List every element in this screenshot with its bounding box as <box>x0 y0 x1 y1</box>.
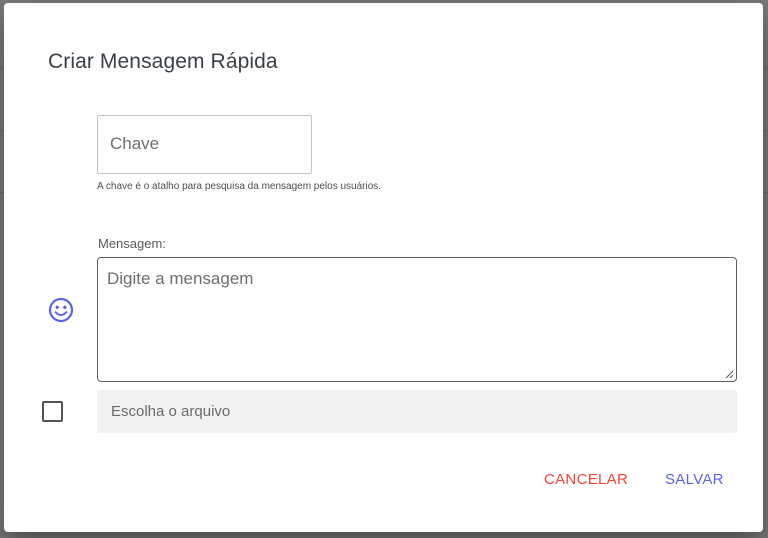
key-input[interactable] <box>110 134 300 154</box>
smiley-icon <box>48 297 74 323</box>
dialog-title: Criar Mensagem Rápida <box>48 50 278 73</box>
key-field[interactable] <box>97 115 312 174</box>
key-helper-text: A chave é o atalho para pesquisa da mens… <box>97 181 382 192</box>
attachment-checkbox[interactable] <box>42 401 63 422</box>
file-picker[interactable]: Escolha o arquivo <box>97 390 737 433</box>
emoji-button[interactable] <box>47 296 75 324</box>
cancel-button[interactable]: CANCELAR <box>536 462 636 496</box>
message-textarea[interactable] <box>107 269 722 369</box>
file-picker-label: Escolha o arquivo <box>111 403 231 420</box>
save-button[interactable]: SALVAR <box>657 462 732 496</box>
message-box[interactable] <box>97 257 737 382</box>
resize-handle-icon[interactable] <box>724 369 734 379</box>
message-label: Mensagem: <box>98 236 166 251</box>
quick-message-dialog: Criar Mensagem Rápida A chave é o atalho… <box>4 3 763 532</box>
